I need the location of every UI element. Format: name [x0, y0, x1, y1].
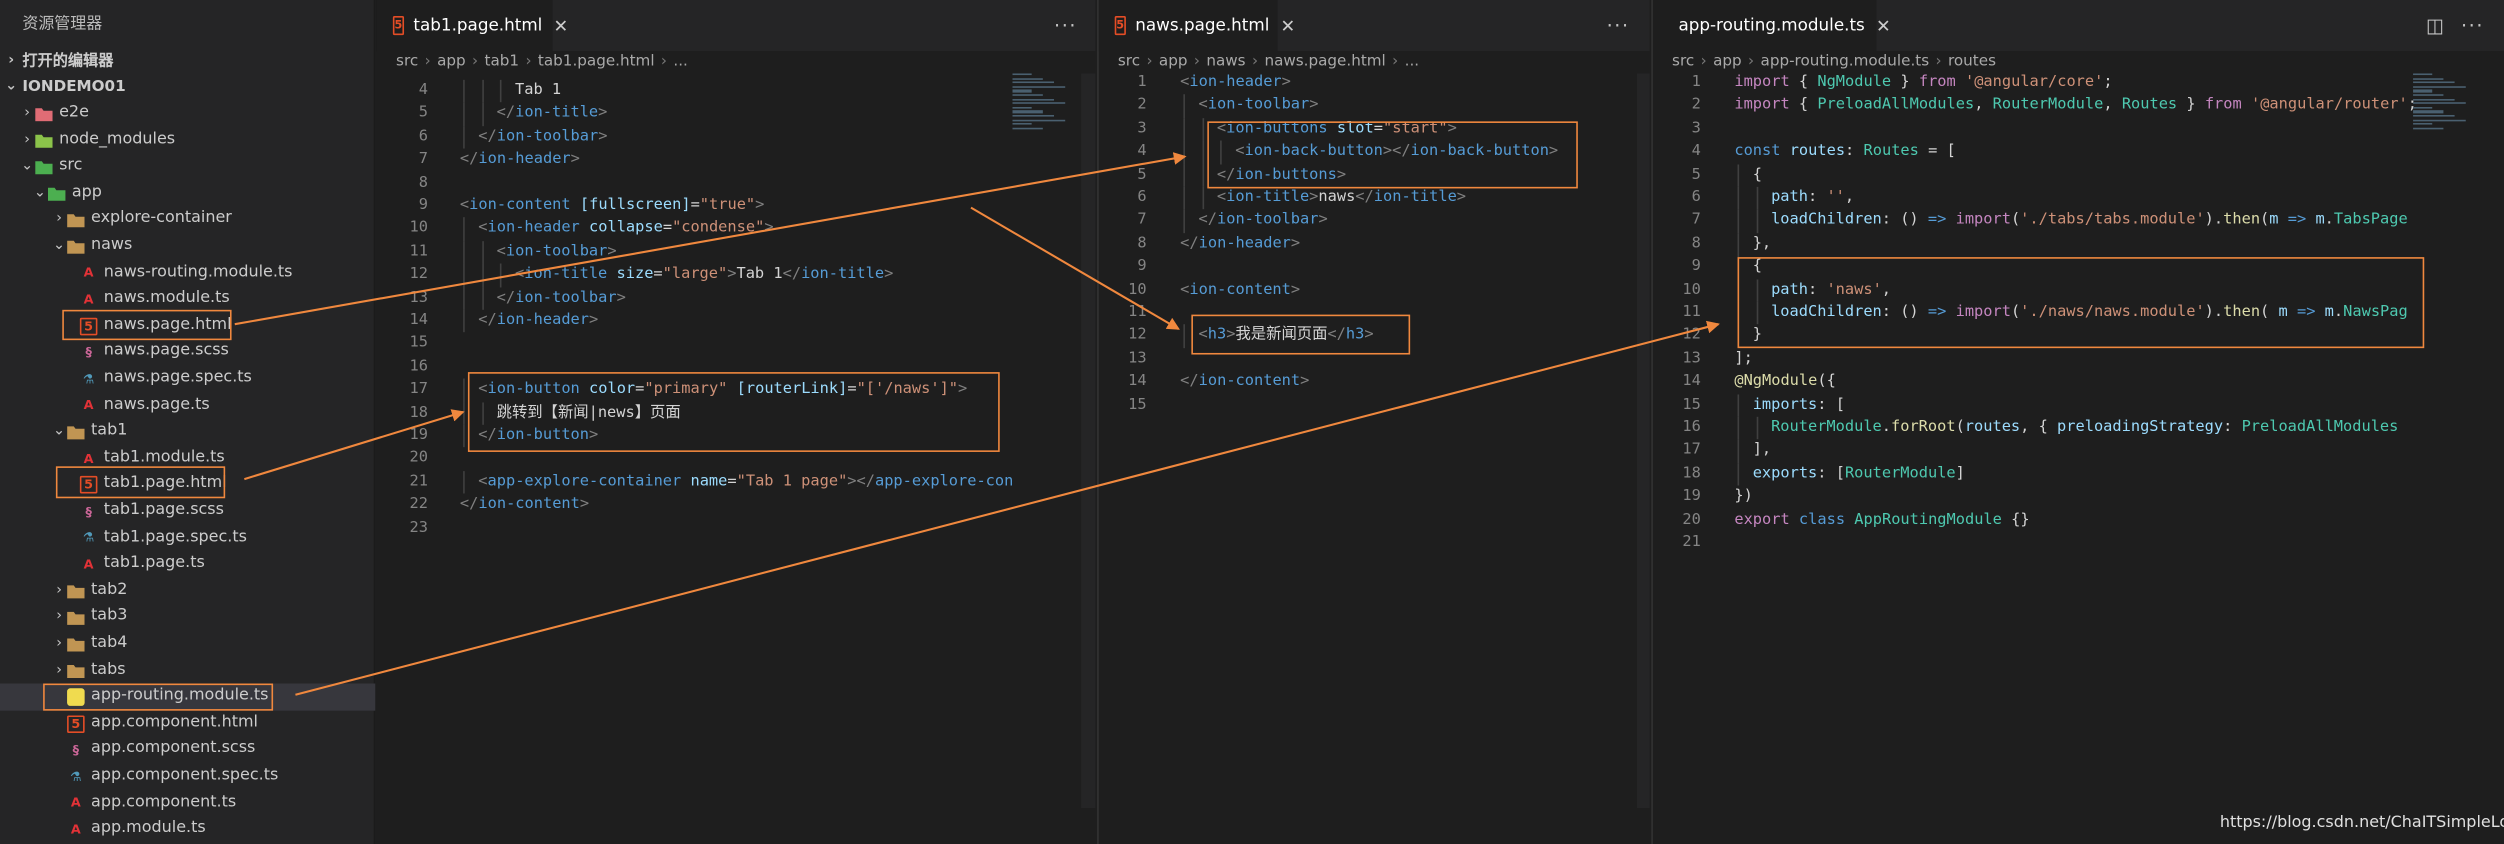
- arrow-to-h3: [970, 206, 1180, 330]
- vscode-window: 资源管理器 › 打开的编辑器 ⌄ IONDEMO01 › e2e › node_mod…: [0, 0, 2504, 844]
- arrow-routing-to-route: [295, 320, 1720, 696]
- watermark-text: https://blog.csdn.net/ChaITSimpleLove: [2219, 814, 2504, 833]
- arrow-tab1-html-to-button: [244, 409, 465, 481]
- annotation-arrows: [234, 152, 1720, 696]
- arrow-naws-html-to-editor: [234, 152, 1187, 326]
